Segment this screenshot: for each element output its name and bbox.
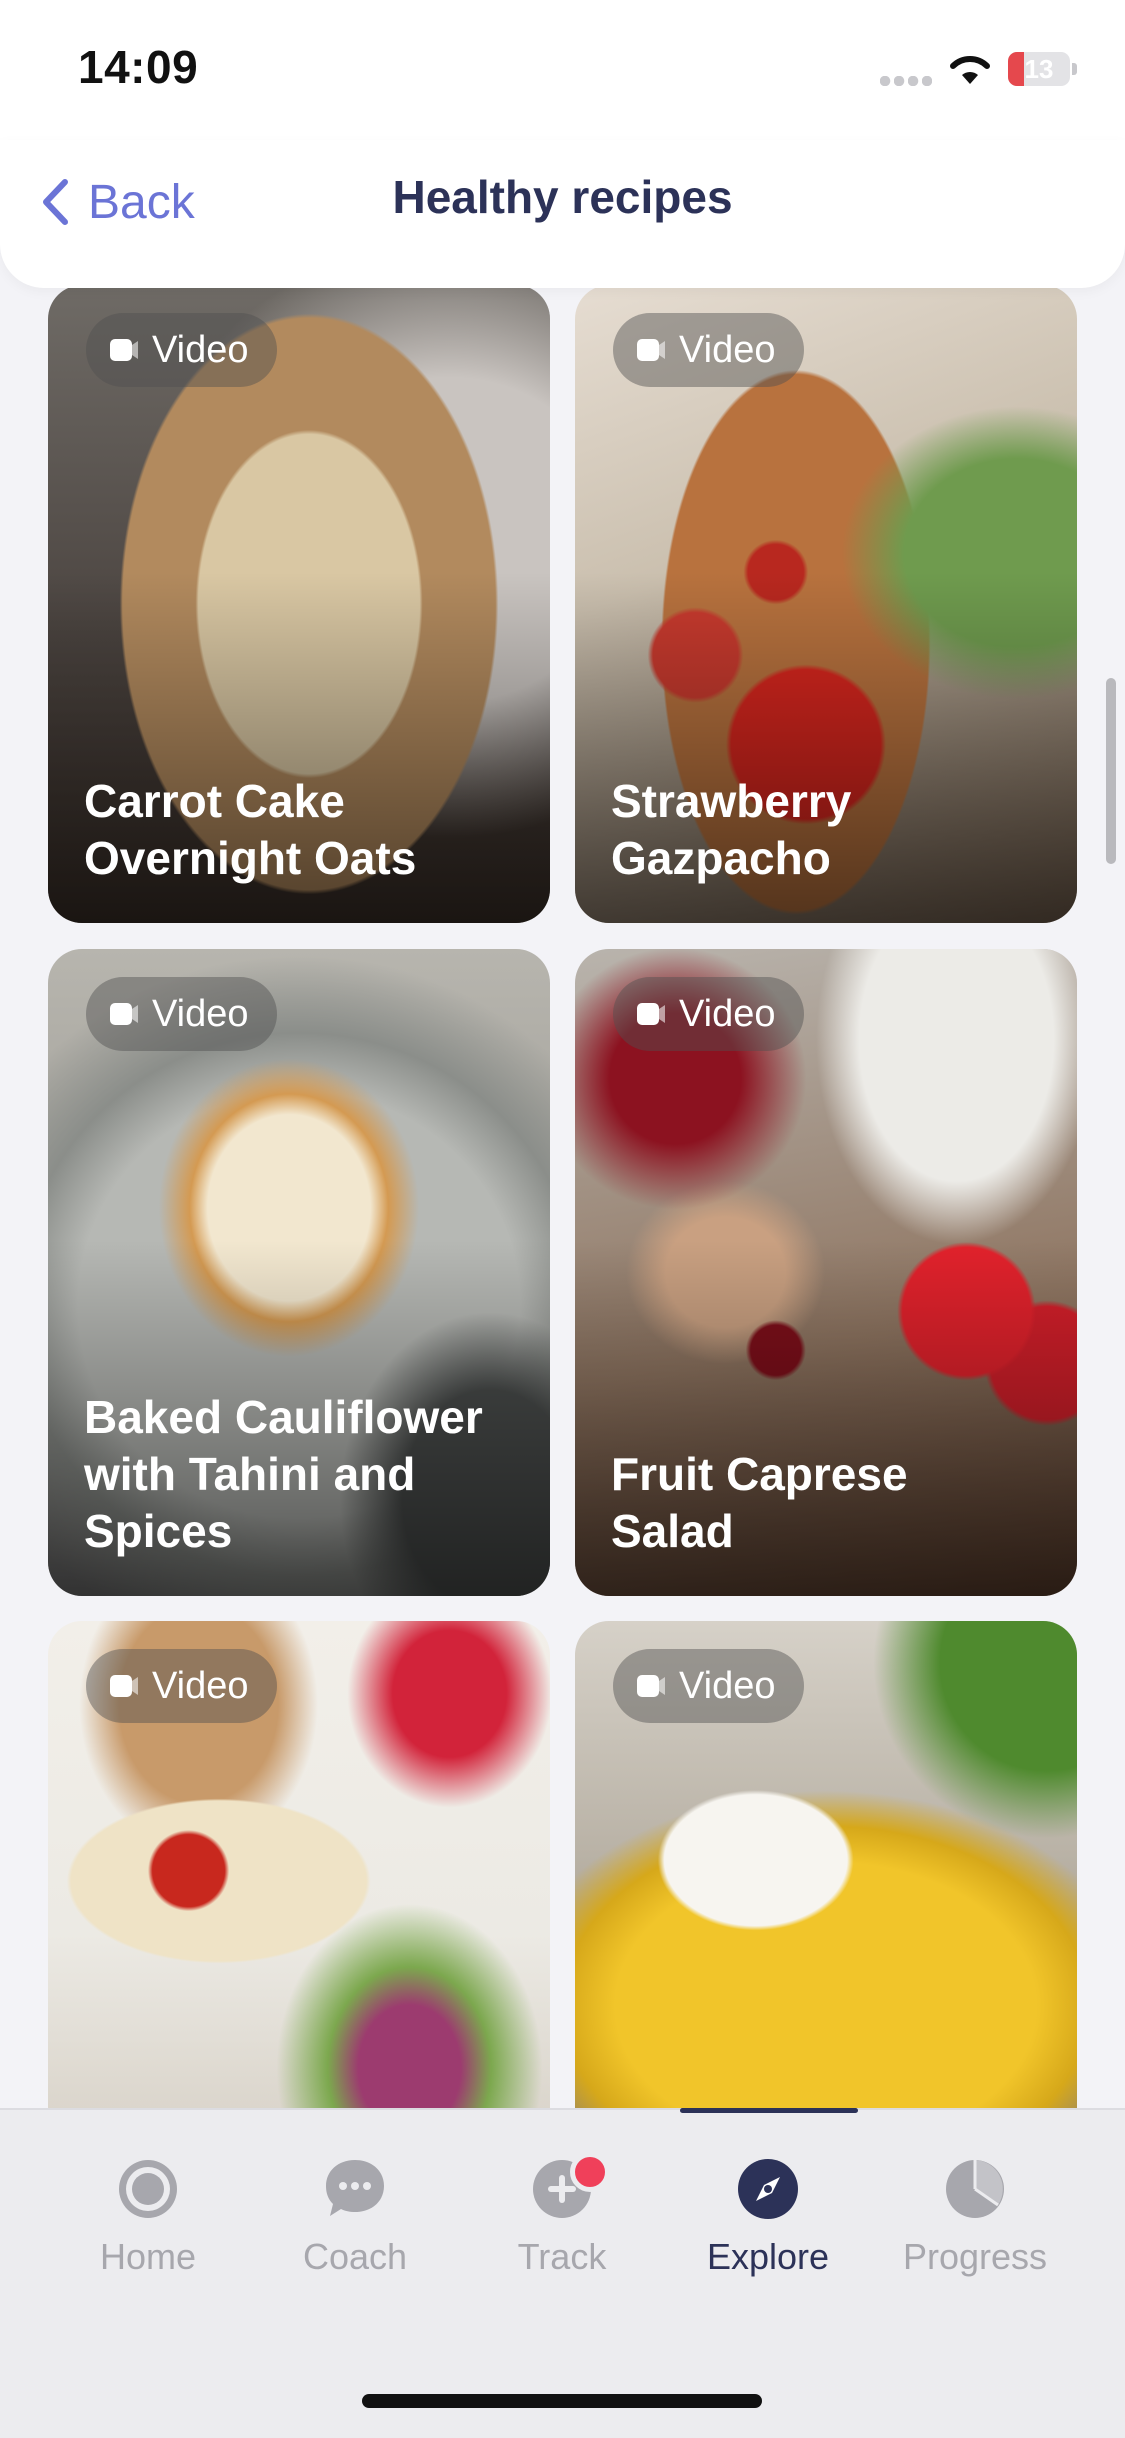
recipe-card[interactable]: Video Carrot Cake Overnight Oats	[48, 285, 550, 923]
home-target-icon	[119, 2160, 177, 2218]
recipe-card[interactable]: Video Fruit Caprese Salad	[575, 949, 1077, 1596]
wifi-icon	[950, 55, 990, 84]
video-camera-icon	[110, 1675, 138, 1697]
recipe-card[interactable]: Video	[48, 1621, 550, 2110]
status-bar: 14:09 13	[0, 0, 1125, 140]
tab-progress[interactable]: Progress	[875, 2156, 1075, 2306]
video-camera-icon	[637, 1003, 665, 1025]
video-badge: Video	[613, 1649, 804, 1723]
scrollbar[interactable]	[1106, 678, 1116, 864]
video-badge: Video	[86, 977, 277, 1051]
tab-bar: Home Coach Track Explore Progress	[0, 2108, 1125, 2438]
active-tab-indicator	[680, 2108, 858, 2113]
home-indicator[interactable]	[362, 2394, 762, 2408]
recipe-title: Fruit Caprese Salad	[611, 1448, 908, 1557]
video-camera-icon	[110, 339, 138, 361]
tab-track[interactable]: Track	[462, 2152, 662, 2306]
video-camera-icon	[637, 1675, 665, 1697]
navigation-header: Back Healthy recipes	[0, 140, 1125, 288]
recipe-title: Baked Cauliflower with Tahini and Spices	[84, 1391, 483, 1557]
recipe-card[interactable]: Video Baked Cauliflower with Tahini and …	[48, 949, 550, 1596]
pie-chart-icon	[946, 2160, 1004, 2218]
tab-home[interactable]: Home	[48, 2156, 248, 2306]
page-title: Healthy recipes	[392, 171, 733, 223]
battery-percent: 13	[1024, 54, 1054, 84]
video-camera-icon	[110, 1003, 138, 1025]
recipe-grid: Video Carrot Cake Overnight Oats Video S…	[0, 0, 1125, 2110]
recipe-card[interactable]: Video Strawberry Gazpacho	[575, 285, 1077, 923]
status-time: 14:09	[78, 41, 199, 93]
recipe-card[interactable]: Video	[575, 1621, 1077, 2110]
signal-icon	[880, 76, 932, 86]
video-camera-icon	[637, 339, 665, 361]
recipe-title: Strawberry Gazpacho	[611, 775, 852, 884]
notification-dot	[570, 2152, 610, 2192]
video-badge: Video	[613, 313, 804, 387]
battery-icon: 13	[1008, 52, 1078, 86]
recipe-title: Carrot Cake Overnight Oats	[84, 775, 417, 884]
tab-coach[interactable]: Coach	[255, 2156, 455, 2306]
video-badge: Video	[86, 1649, 277, 1723]
tab-explore[interactable]: Explore	[668, 2156, 868, 2306]
video-badge: Video	[86, 313, 277, 387]
compass-icon	[738, 2159, 798, 2219]
video-badge: Video	[613, 977, 804, 1051]
chat-bubble-icon	[326, 2160, 384, 2216]
